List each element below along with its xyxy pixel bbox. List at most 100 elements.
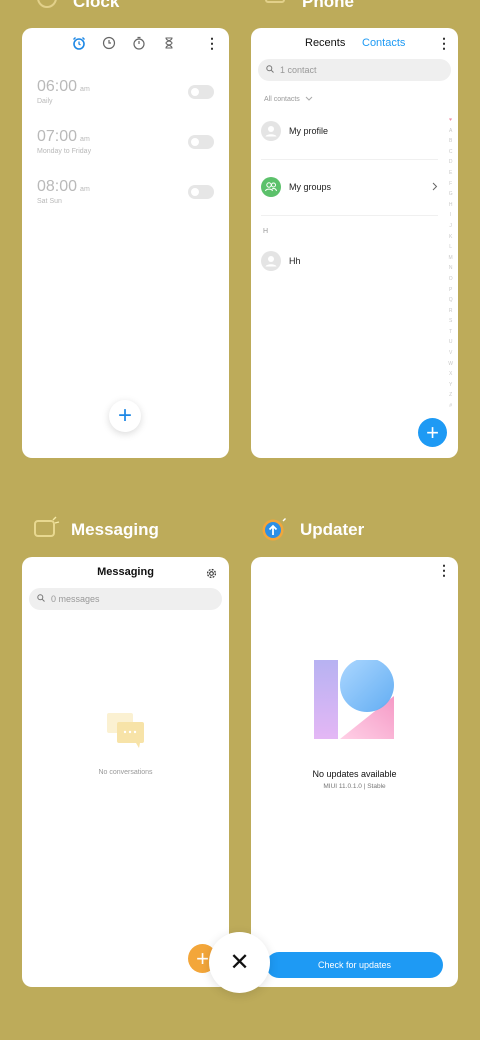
check-for-updates-button[interactable]: Check for updates: [266, 952, 443, 978]
index-letter[interactable]: S: [448, 316, 453, 327]
phone-app-name: Phone: [302, 0, 354, 11]
index-letter[interactable]: H: [448, 200, 453, 211]
messaging-app-title: Messaging: [33, 516, 159, 544]
contact-search-input[interactable]: 1 contact: [258, 59, 451, 81]
index-letter[interactable]: ♥: [448, 115, 453, 126]
alphabet-index[interactable]: ♥ A B C D E F G H I J K L M N O P Q R S T U V W X Y Z #: [448, 115, 453, 412]
index-letter[interactable]: M: [448, 253, 453, 264]
stopwatch-icon[interactable]: [132, 36, 146, 50]
timer-icon[interactable]: [162, 36, 176, 50]
alarm-row[interactable]: 07:00 am Monday to Friday: [37, 128, 91, 155]
contact-row[interactable]: Hh: [261, 251, 438, 271]
index-letter[interactable]: B: [448, 136, 453, 147]
empty-state-text: No conversations: [98, 769, 153, 776]
index-letter[interactable]: #: [448, 401, 453, 412]
search-placeholder: 1 contact: [280, 65, 317, 75]
alarm-row[interactable]: 08:00 am Sat Sun: [37, 178, 90, 205]
alarm-toggle[interactable]: [188, 185, 214, 199]
index-letter[interactable]: O: [448, 274, 453, 285]
groups-icon: [261, 177, 281, 197]
world-clock-icon[interactable]: [102, 36, 116, 50]
updater-app-icon: [262, 516, 290, 544]
index-letter[interactable]: J: [448, 221, 453, 232]
index-letter[interactable]: F: [448, 179, 453, 190]
add-alarm-button[interactable]: +: [109, 400, 141, 432]
tab-contacts[interactable]: Contacts: [362, 37, 405, 49]
messaging-header-title: Messaging: [97, 566, 154, 578]
updater-card[interactable]: ⋮ No updates available MIUI 11.0.1.0 | S…: [251, 557, 458, 987]
index-letter[interactable]: D: [448, 157, 453, 168]
index-letter[interactable]: Q: [448, 295, 453, 306]
my-groups-label: My groups: [289, 182, 332, 192]
alarm-ampm: am: [80, 186, 90, 193]
index-letter[interactable]: E: [448, 168, 453, 179]
divider: [261, 159, 438, 160]
plus-icon: +: [117, 402, 132, 429]
messages-search-input[interactable]: 0 messages: [29, 588, 222, 610]
contact-avatar-icon: [261, 251, 281, 271]
index-letter[interactable]: U: [448, 337, 453, 348]
close-all-button[interactable]: ✕: [209, 932, 270, 993]
filter-label: All contacts: [264, 96, 300, 103]
index-letter[interactable]: K: [448, 232, 453, 243]
index-letter[interactable]: N: [448, 263, 453, 274]
profile-avatar-icon: [261, 121, 281, 141]
alarm-ampm: am: [80, 136, 90, 143]
phone-app-icon: [264, 0, 292, 16]
clock-app-icon: [35, 0, 63, 16]
index-letter[interactable]: X: [448, 369, 453, 380]
alarm-row[interactable]: 06:00 am Daily: [37, 78, 90, 105]
index-letter[interactable]: C: [448, 147, 453, 158]
clock-menu-icon[interactable]: ⋮: [205, 36, 219, 50]
alarm-repeat: Daily: [37, 98, 53, 105]
clock-app-name: Clock: [73, 0, 120, 11]
close-icon: ✕: [229, 948, 250, 976]
contacts-filter[interactable]: All contacts: [264, 96, 313, 103]
alarm-icon[interactable]: [72, 36, 86, 50]
search-icon: [37, 594, 45, 604]
tab-recents[interactable]: Recents: [305, 37, 345, 49]
alarm-time: 06:00: [37, 78, 78, 95]
my-groups-row[interactable]: My groups: [261, 177, 438, 197]
add-contact-button[interactable]: +: [418, 418, 447, 447]
index-letter[interactable]: T: [448, 327, 453, 338]
section-header-h: H: [263, 228, 269, 235]
alarm-time: 08:00: [37, 178, 78, 195]
alarm-time: 07:00: [37, 128, 78, 145]
phone-menu-icon[interactable]: ⋮: [437, 36, 451, 50]
index-letter[interactable]: I: [448, 210, 453, 221]
contact-name: Hh: [289, 256, 301, 266]
clock-card[interactable]: ⋮ 06:00 am Daily 07:00 am Monday to Friday…: [22, 28, 229, 458]
alarm-toggle[interactable]: [188, 135, 214, 149]
index-letter[interactable]: W: [448, 359, 453, 370]
my-profile-label: My profile: [289, 126, 329, 136]
clock-tabs: [72, 36, 176, 50]
plus-icon: +: [426, 419, 439, 445]
index-letter[interactable]: R: [448, 306, 453, 317]
alarm-toggle[interactable]: [188, 85, 214, 99]
alarm-repeat: Sat Sun: [37, 198, 62, 205]
plus-icon: +: [196, 945, 209, 971]
index-letter[interactable]: Z: [448, 390, 453, 401]
phone-card[interactable]: Recents Contacts ⋮ 1 contact All contact…: [251, 28, 458, 458]
settings-gear-icon[interactable]: [206, 566, 217, 584]
messaging-card[interactable]: Messaging 0 messages No conversations +: [22, 557, 229, 987]
index-letter[interactable]: Y: [448, 380, 453, 391]
my-profile-row[interactable]: My profile: [261, 121, 438, 141]
alarm-repeat: Monday to Friday: [37, 148, 92, 155]
chevron-right-icon: [432, 182, 438, 193]
search-placeholder: 0 messages: [51, 594, 100, 604]
index-letter[interactable]: P: [448, 285, 453, 296]
search-icon: [266, 65, 274, 75]
index-letter[interactable]: A: [448, 126, 453, 137]
index-letter[interactable]: L: [448, 242, 453, 253]
clock-app-title: Clock: [35, 0, 119, 16]
chevron-down-icon: [305, 96, 313, 103]
version-text: MIUI 11.0.1.0 | Stable: [323, 783, 386, 790]
check-for-updates-label: Check for updates: [317, 960, 392, 970]
alarm-ampm: am: [80, 86, 90, 93]
index-letter[interactable]: V: [448, 348, 453, 359]
updater-app-name: Updater: [300, 520, 365, 539]
updater-menu-icon[interactable]: ⋮: [437, 563, 451, 577]
index-letter[interactable]: G: [448, 189, 453, 200]
